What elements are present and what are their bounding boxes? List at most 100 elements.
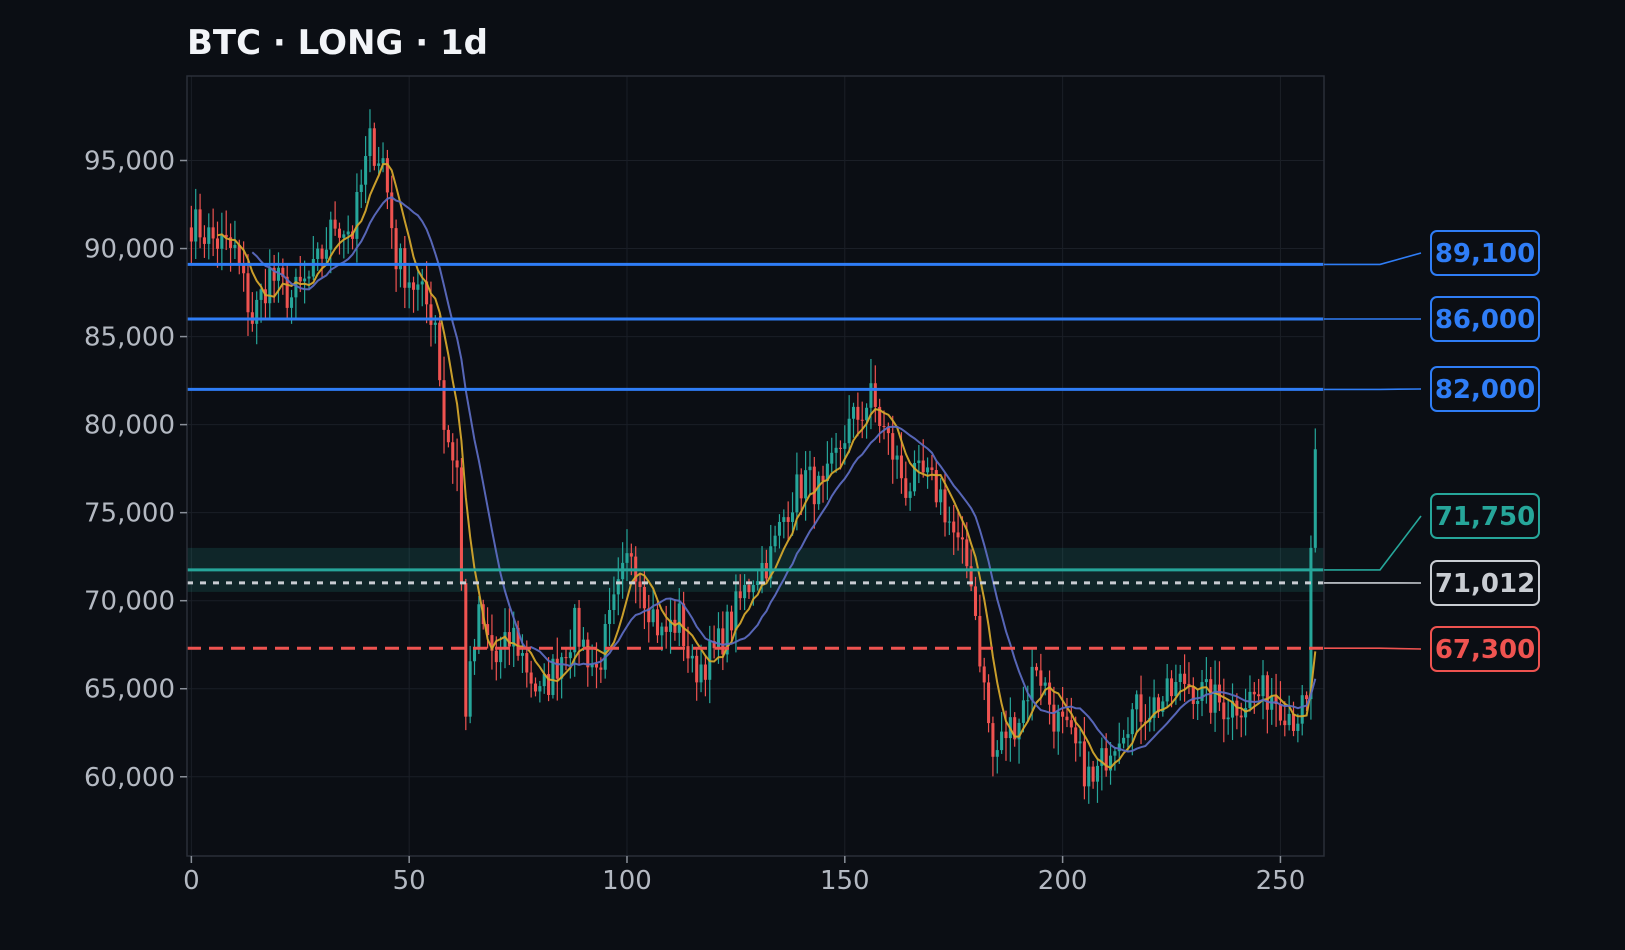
- candle-body: [747, 584, 751, 593]
- candle-body: [943, 489, 947, 523]
- candle-body: [908, 491, 912, 498]
- candle-body: [895, 455, 899, 460]
- candle-body: [1074, 727, 1078, 744]
- candle-body: [573, 607, 577, 653]
- level-badge-label: 67,300: [1435, 635, 1535, 665]
- candle-body: [1095, 765, 1099, 782]
- candle-body: [464, 583, 468, 717]
- candle-body: [1052, 704, 1056, 732]
- candle-body: [1296, 723, 1300, 731]
- candle-body: [891, 433, 895, 460]
- candle-body: [1244, 708, 1248, 718]
- candle-body: [782, 517, 786, 522]
- candle-body: [198, 209, 202, 238]
- candle-body: [416, 284, 420, 290]
- candle-body: [525, 653, 529, 673]
- candle-body: [756, 581, 760, 586]
- candle-body: [904, 478, 908, 498]
- candle-body: [499, 648, 503, 663]
- candle-body: [1130, 709, 1134, 735]
- candle-body: [608, 610, 612, 624]
- candle-body: [594, 663, 599, 668]
- y-tick-label: 80,000: [84, 411, 175, 441]
- candle-body: [660, 626, 664, 636]
- candle-body: [290, 297, 294, 308]
- candle-body: [1204, 679, 1208, 683]
- candle-body: [220, 234, 224, 249]
- candle-body: [921, 460, 925, 473]
- candle-body: [965, 539, 969, 567]
- candle-body: [638, 581, 642, 587]
- candle-body: [1000, 731, 1004, 751]
- candle-body: [507, 632, 511, 647]
- chart: BTC · LONG · 1d 60,000 65,000 70,000 75,000…: [0, 0, 1625, 950]
- candle-body: [629, 553, 633, 557]
- candle-body: [1265, 675, 1269, 710]
- candle-body: [716, 628, 720, 649]
- candle-body: [1257, 694, 1261, 697]
- chart-svg: BTC · LONG · 1d 60,000 65,000 70,000 75,000…: [0, 0, 1625, 950]
- candle-body: [1087, 766, 1091, 787]
- candle-body: [777, 521, 781, 536]
- candle-body: [847, 418, 851, 444]
- candle-body: [677, 603, 681, 633]
- candle-body: [682, 603, 686, 647]
- candle-body: [817, 475, 821, 505]
- candle-body: [642, 586, 646, 609]
- candle-body: [1213, 684, 1217, 713]
- candle-body: [1174, 682, 1178, 697]
- candle-body: [207, 227, 211, 244]
- candle-body: [882, 425, 886, 427]
- level-badge-label: 86,000: [1435, 305, 1535, 335]
- candle-body: [1252, 691, 1256, 695]
- candle-body: [329, 219, 333, 250]
- candle-body: [1030, 666, 1034, 701]
- candle-body: [960, 537, 964, 540]
- candle-body: [1283, 720, 1287, 726]
- candle-body: [973, 586, 978, 616]
- candle-body: [930, 467, 934, 471]
- y-tick-label: 60,000: [84, 763, 175, 793]
- candle-body: [795, 474, 799, 513]
- candle-body: [303, 278, 307, 282]
- candle-body: [1196, 700, 1200, 704]
- candle-body: [1021, 700, 1025, 723]
- candle-body: [533, 683, 538, 692]
- candle-body: [738, 591, 742, 599]
- x-tick-label: 100: [602, 866, 652, 896]
- candle-body: [982, 666, 986, 683]
- candle-body: [346, 231, 350, 235]
- candle-body: [1178, 673, 1182, 683]
- candle-body: [991, 723, 995, 757]
- y-tick-label: 90,000: [84, 235, 175, 265]
- y-tick-label: 70,000: [84, 587, 175, 617]
- candle-body: [690, 655, 694, 659]
- candle-body: [551, 658, 555, 695]
- candle-body: [1078, 741, 1082, 744]
- candle-body: [586, 639, 590, 668]
- candle-body: [377, 163, 381, 166]
- candle-body: [442, 380, 446, 430]
- y-tick-label: 95,000: [84, 147, 175, 177]
- candle-body: [939, 489, 943, 503]
- candle-body: [1026, 700, 1030, 702]
- candle-body: [995, 750, 999, 757]
- candle-body: [952, 521, 956, 533]
- candle-body: [956, 532, 960, 538]
- candle-body: [433, 322, 437, 325]
- candle-body: [773, 535, 777, 547]
- candle-body: [412, 282, 416, 290]
- candle-body: [838, 447, 842, 449]
- candle-body: [564, 657, 568, 659]
- candle-body: [1209, 679, 1213, 713]
- candle-body: [786, 517, 790, 522]
- y-tick-label: 75,000: [84, 499, 175, 529]
- candle-body: [420, 281, 424, 285]
- candle-body: [1039, 670, 1043, 686]
- candle-body: [477, 604, 481, 650]
- chart-title: BTC · LONG · 1d: [187, 23, 488, 63]
- candle-body: [978, 615, 982, 667]
- candle-body: [860, 419, 864, 421]
- candle-body: [211, 227, 215, 239]
- candle-body: [1222, 702, 1226, 720]
